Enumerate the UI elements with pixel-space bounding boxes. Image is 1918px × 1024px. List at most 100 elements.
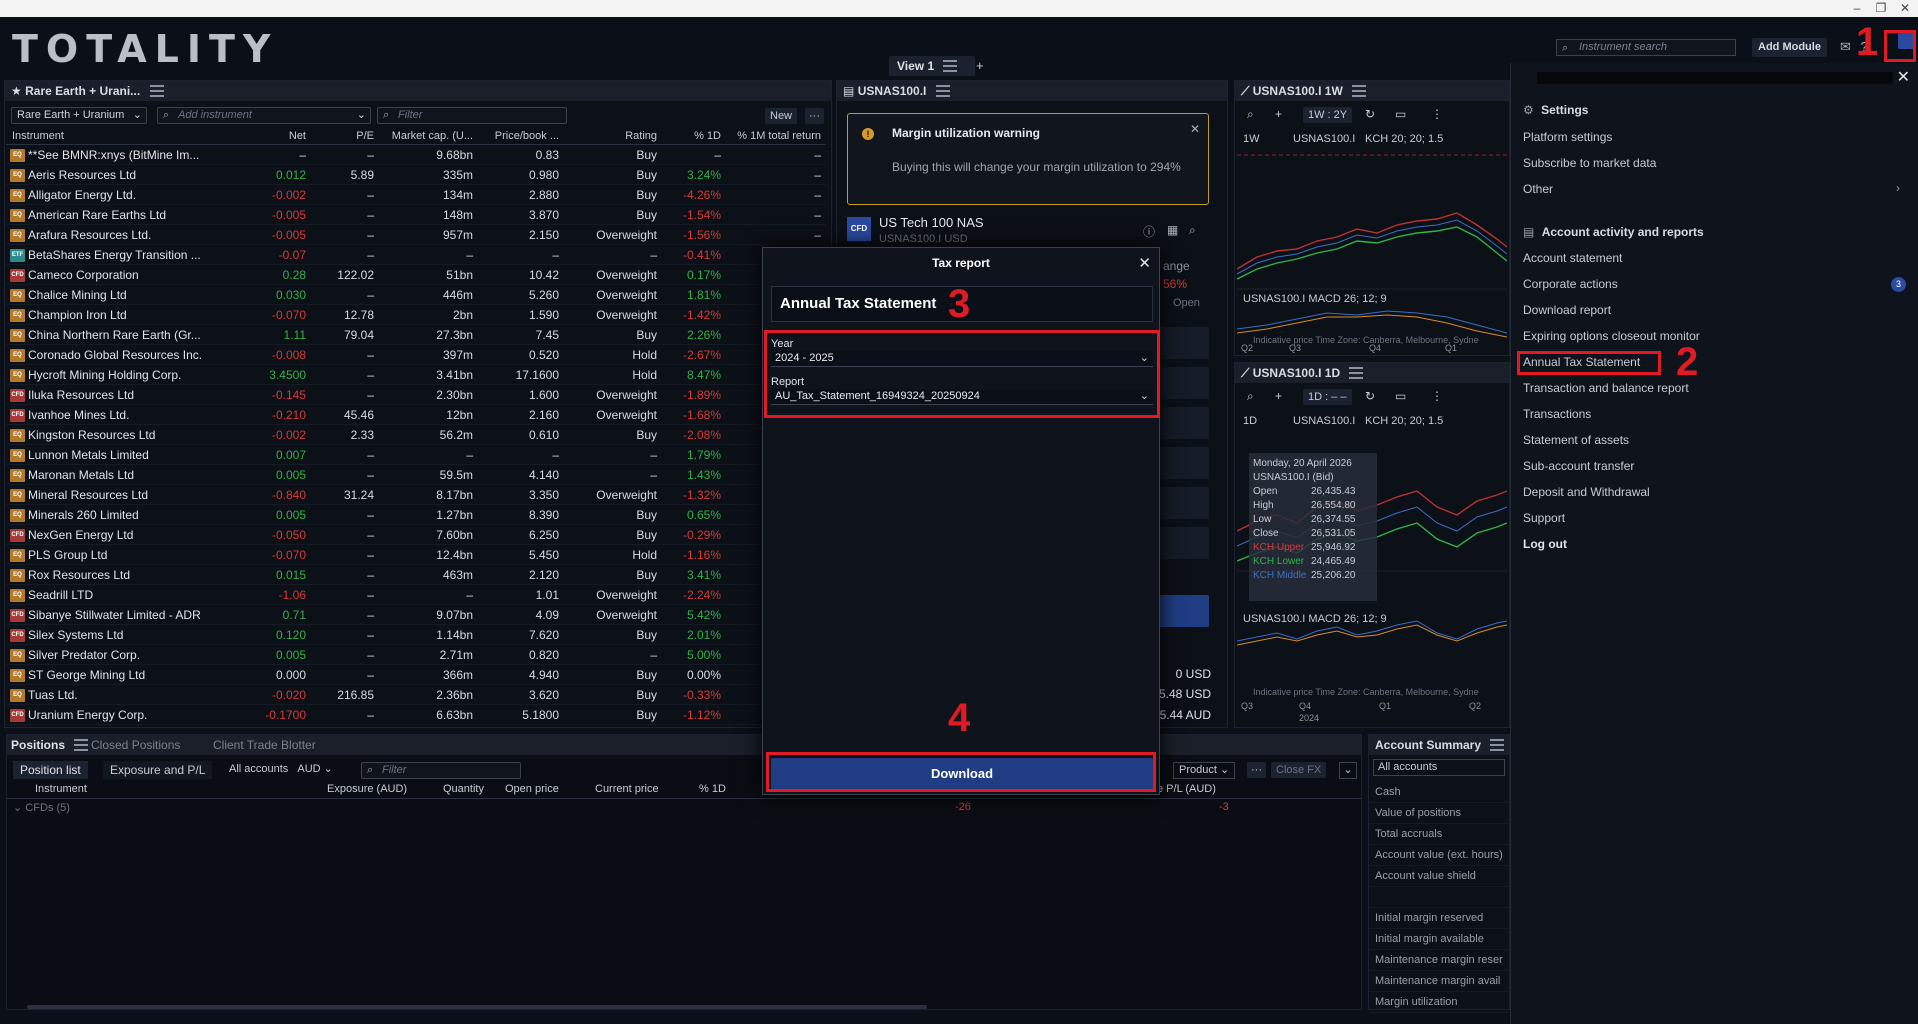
instrument-name[interactable]: Seadrill LTD: [28, 585, 224, 604]
instrument-name[interactable]: Kingston Resources Ltd: [28, 425, 224, 444]
menu-log-out[interactable]: Log out: [1523, 537, 1567, 551]
table-row[interactable]: CFD Uranium Energy Corp. -0.1700 – 6.63bn 5.1…: [6, 705, 826, 725]
column-pct-1d[interactable]: % 1D: [661, 128, 725, 144]
zoom-icon[interactable]: ⌕: [1247, 389, 1254, 404]
col-pl[interactable]: e P/L (AUD): [1157, 783, 1216, 795]
add-view-button[interactable]: +: [976, 58, 984, 73]
instrument-name[interactable]: China Northern Rare Earth (Gr...: [28, 325, 224, 344]
instrument-name[interactable]: Sibanye Stillwater Limited - ADR: [28, 605, 224, 624]
menu-other[interactable]: Other: [1523, 182, 1553, 196]
column-pe[interactable]: P/E: [310, 128, 378, 144]
col-current-price[interactable]: Current price: [595, 783, 659, 795]
minimize-icon[interactable]: –: [1846, 0, 1868, 17]
instrument-name[interactable]: Mineral Resources Ltd: [28, 485, 224, 504]
trade-row-2[interactable]: [1157, 367, 1209, 399]
menu-deposit-withdrawal[interactable]: Deposit and Withdrawal: [1523, 485, 1650, 499]
tab-client-trade-blotter[interactable]: Client Trade Blotter: [213, 738, 316, 752]
instrument-name[interactable]: PLS Group Ltd: [28, 545, 224, 564]
period-select[interactable]: 1D : – –: [1303, 389, 1352, 405]
instrument-name[interactable]: Lunnon Metals Limited: [28, 445, 224, 464]
table-row[interactable]: CFD Ivanhoe Mines Ltd. -0.210 45.46 12bn 2.16…: [6, 405, 826, 425]
view-tab[interactable]: View 1: [889, 56, 975, 76]
table-row[interactable]: EQ Champion Iron Ltd -0.070 12.78 2bn 1.590 Ov…: [6, 305, 826, 325]
subtab-exposure-pl[interactable]: Exposure and P/L: [103, 761, 213, 779]
dialog-close-icon[interactable]: ✕: [1138, 254, 1151, 272]
layout-icon[interactable]: ▭: [1395, 107, 1406, 121]
mail-icon[interactable]: ✉: [1840, 39, 1851, 54]
instrument-name[interactable]: American Rare Earths Ltd: [28, 205, 224, 224]
col-pct-1d[interactable]: % 1D: [699, 783, 726, 795]
more-icon[interactable]: ⋮: [1431, 107, 1443, 121]
instrument-name[interactable]: Silver Predator Corp.: [28, 645, 224, 664]
table-row[interactable]: EQ American Rare Earths Ltd -0.005 – 148m 3.8…: [6, 205, 826, 225]
table-row[interactable]: EQ Mineral Resources Ltd -0.840 31.24 8.17bn…: [6, 485, 826, 505]
chart-1w-area[interactable]: 1W USNAS100.I KCH 20; 20; 1.5 USNAS100.I…: [1237, 129, 1507, 353]
cfd-group-row[interactable]: ⌄ CFDs (5): [13, 801, 70, 814]
place-order-button[interactable]: [1157, 595, 1209, 627]
watchlist-menu-icon[interactable]: [149, 85, 164, 97]
column-rating[interactable]: Rating: [563, 128, 661, 144]
menu-account-statement[interactable]: Account statement: [1523, 251, 1622, 265]
instrument-name[interactable]: Maronan Metals Ltd: [28, 465, 224, 484]
col-exposure[interactable]: Exposure (AUD): [327, 783, 407, 795]
table-row[interactable]: EQ Tuas Ltd. -0.020 216.85 2.36bn 3.620 Buy -0.…: [6, 685, 826, 705]
chart-1w-menu-icon[interactable]: [1352, 85, 1367, 97]
instrument-name[interactable]: Ivanhoe Mines Ltd.: [28, 405, 224, 424]
trade-row-4[interactable]: [1157, 447, 1209, 479]
instrument-name[interactable]: Alligator Energy Ltd.: [28, 185, 224, 204]
column-price-book[interactable]: Price/book ...: [477, 128, 563, 144]
positions-filter-input[interactable]: ⌕ Filter: [361, 762, 521, 779]
product-select[interactable]: Product ⌄: [1173, 762, 1236, 779]
table-row[interactable]: CFD NexGen Energy Ltd -0.050 – 7.60bn 6.250 Bu…: [6, 525, 826, 545]
column-net[interactable]: Net: [224, 128, 310, 144]
table-row[interactable]: EQ Aeris Resources Ltd 0.012 5.89 335m 0.980 B…: [6, 165, 826, 185]
table-row[interactable]: EQ Hycroft Mining Holding Corp. 3.4500 – 3.4…: [6, 365, 826, 385]
menu-corporate-actions[interactable]: Corporate actions: [1523, 277, 1618, 291]
add-instrument-input[interactable]: ⌕ Add instrument ⌄: [157, 107, 371, 124]
column-1m-return[interactable]: % 1M total return: [725, 128, 825, 144]
close-window-icon[interactable]: ✕: [1894, 0, 1916, 17]
table-row[interactable]: EQLunnon Metals Limited0.007––––1.79%–: [6, 445, 826, 465]
table-row[interactable]: EQ Arafura Resources Ltd. -0.005 – 957m 2.150…: [6, 225, 826, 245]
tab-positions[interactable]: Positions: [11, 738, 89, 752]
view-menu-icon[interactable]: [943, 60, 958, 72]
table-row[interactable]: EQ Rox Resources Ltd 0.015 – 463m 2.120 Buy 3.4…: [6, 565, 826, 585]
table-row[interactable]: CFD Iluka Resources Ltd -0.145 – 2.30bn 1.600…: [6, 385, 826, 405]
watchlist-select[interactable]: Rare Earth + Uranium ⌄: [11, 107, 147, 124]
restore-icon[interactable]: ❐: [1870, 0, 1892, 17]
instrument-name[interactable]: BetaShares Energy Transition ...: [28, 245, 224, 264]
instrument-name[interactable]: Uranium Energy Corp.: [28, 705, 224, 724]
menu-download-report[interactable]: Download report: [1523, 303, 1611, 317]
menu-transaction-balance-report[interactable]: Transaction and balance report: [1523, 381, 1689, 395]
add-module-button[interactable]: Add Module: [1752, 38, 1827, 57]
instrument-name[interactable]: Minerals 260 Limited: [28, 505, 224, 524]
table-row[interactable]: EQ **See BMNR:xnys (BitMine Im... – – 9.68bn…: [6, 145, 826, 165]
more-icon[interactable]: ⋮: [1431, 389, 1443, 403]
table-row[interactable]: ETF BetaShares Energy Transition ... -0.07…: [6, 245, 826, 265]
menu-transactions[interactable]: Transactions: [1523, 407, 1591, 421]
table-row[interactable]: EQ Silver Predator Corp. 0.005 – 2.71m 0.820 –…: [6, 645, 826, 665]
instrument-name[interactable]: Hycroft Mining Holding Corp.: [28, 365, 224, 384]
warning-close-icon[interactable]: ✕: [1190, 122, 1200, 136]
table-row[interactable]: EQ Coronado Global Resources Inc. -0.008 – 3…: [6, 345, 826, 365]
instrument-name[interactable]: Coronado Global Resources Inc.: [28, 345, 224, 364]
positions-scrollbar[interactable]: [27, 1005, 927, 1009]
menu-expiring-options[interactable]: Expiring options closeout monitor: [1523, 329, 1700, 343]
table-row[interactable]: EQ China Northern Rare Earth (Gr... 1.11 79…: [6, 325, 826, 345]
table-row[interactable]: EQ Minerals 260 Limited 0.005 – 1.27bn 8.390 B…: [6, 505, 826, 525]
zoom-icon[interactable]: ⌕: [1247, 107, 1254, 122]
tab-closed-positions[interactable]: Closed Positions: [91, 738, 180, 752]
instrument-name[interactable]: Iluka Resources Ltd: [28, 385, 224, 404]
menu-subscribe-market-data[interactable]: Subscribe to market data: [1523, 156, 1656, 170]
table-row[interactable]: EQ Seadrill LTD -1.06 – – 1.01 Overweight -2.24…: [6, 585, 826, 605]
refresh-icon[interactable]: ↻: [1365, 107, 1375, 121]
account-summary-select[interactable]: All accounts: [1373, 759, 1505, 776]
instrument-name[interactable]: Aeris Resources Ltd: [28, 165, 224, 184]
watchlist-more-button[interactable]: ···: [805, 108, 824, 124]
menu-sub-account-transfer[interactable]: Sub-account transfer: [1523, 459, 1634, 473]
menu-support[interactable]: Support: [1523, 511, 1565, 525]
instrument-search-input[interactable]: ⌕ Instrument search: [1556, 39, 1736, 56]
table-row[interactable]: CFD Sibanye Stillwater Limited - ADR 0.71 –…: [6, 605, 826, 625]
refresh-icon[interactable]: ↻: [1365, 389, 1375, 403]
instrument-name[interactable]: Arafura Resources Ltd.: [28, 225, 224, 244]
